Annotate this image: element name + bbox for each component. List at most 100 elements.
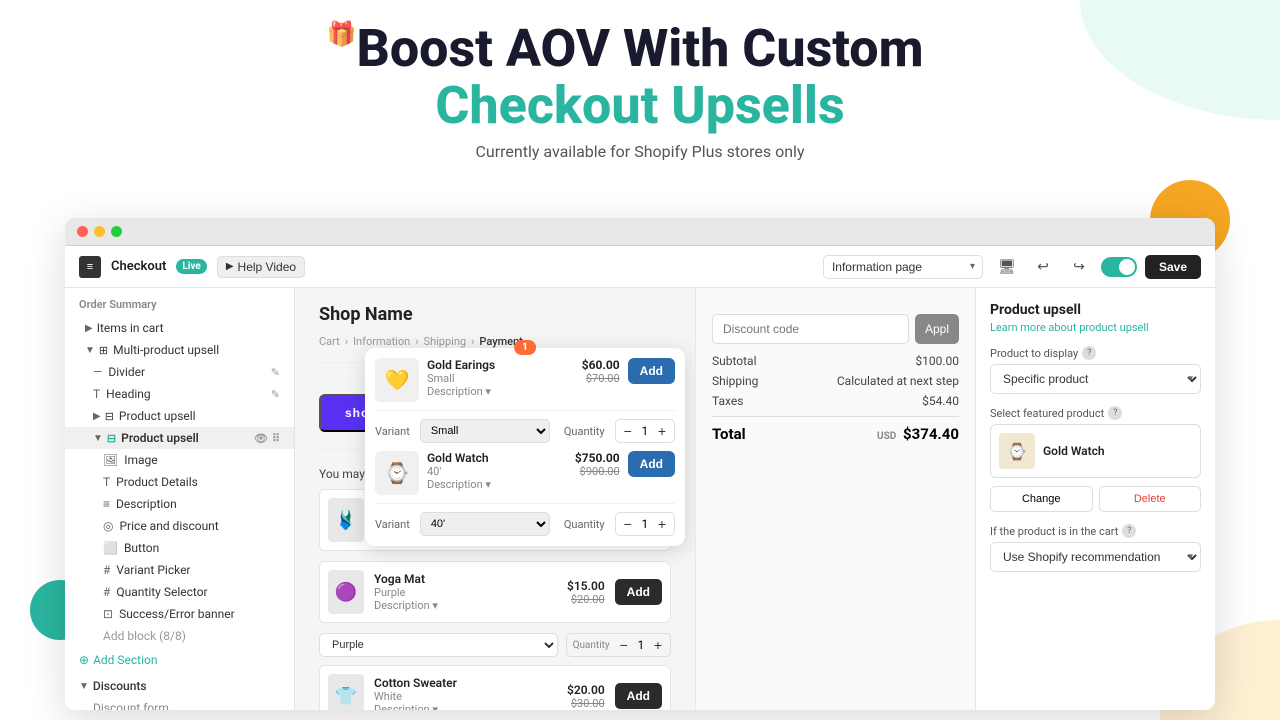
- sidebar-label-divider: Divider: [108, 365, 145, 379]
- popup-variant-row-watch: Variant 40' Quantity − 1 +: [375, 512, 675, 536]
- edit-icon-2[interactable]: ✎: [271, 388, 280, 401]
- product-display-select[interactable]: Specific product: [990, 364, 1201, 394]
- popup-prices-watch: $750.00 $900.00: [575, 451, 620, 478]
- popup-qty-decrease-watch[interactable]: −: [622, 516, 634, 532]
- upsell-name-sweater: Cotton Sweater: [374, 676, 557, 690]
- discount-row: Appl: [712, 314, 959, 344]
- featured-product-thumb: ⌚: [999, 433, 1035, 469]
- image-icon: 🖼: [103, 453, 118, 467]
- qty-increase-yoga[interactable]: +: [652, 637, 664, 653]
- save-button[interactable]: Save: [1145, 255, 1201, 279]
- discount-apply-button[interactable]: Appl: [915, 314, 959, 344]
- sidebar-item-items-in-cart[interactable]: ▶ Items in cart: [65, 317, 294, 339]
- popup-qty-increase-earings[interactable]: +: [656, 423, 668, 439]
- sidebar-item-description[interactable]: ≡ Description: [65, 493, 294, 515]
- add-button-yoga[interactable]: Add: [615, 579, 662, 605]
- info-icon-in-cart[interactable]: ?: [1122, 524, 1136, 538]
- help-video-button[interactable]: ▶ Help Video: [217, 256, 305, 278]
- left-sidebar: Order Summary ▶ Items in cart ▼ ⊞ Multi-…: [65, 288, 295, 710]
- variant-select-yoga[interactable]: Purple: [319, 633, 558, 657]
- sidebar-item-image[interactable]: 🖼 Image: [65, 449, 294, 471]
- popup-price-earings: $60.00: [582, 358, 620, 372]
- change-product-button[interactable]: Change: [990, 486, 1093, 512]
- banner-icon: ⊡: [103, 607, 113, 621]
- window-minimize-dot[interactable]: [94, 226, 105, 237]
- sidebar-add-block[interactable]: Add block (8/8): [65, 625, 294, 647]
- sidebar-item-variant-picker[interactable]: # Variant Picker: [65, 559, 294, 581]
- upsell-item-yoga: 🟣 Yoga Mat Purple Description ▾ $15.00 $…: [319, 561, 671, 623]
- qty-value-yoga: 1: [634, 638, 648, 652]
- upsell-thumb-leggings: 🩱: [328, 498, 364, 542]
- qty-label-yoga: Quantity: [573, 640, 610, 651]
- visibility-icon[interactable]: 👁: [254, 432, 268, 445]
- subtotal-value: $100.00: [915, 354, 959, 368]
- popup-name-earings: Gold Earings: [427, 358, 574, 372]
- popup-qty-control-watch: − 1 +: [615, 512, 675, 536]
- grid-icon: ⊞: [99, 344, 108, 357]
- info-icon-featured[interactable]: ?: [1108, 406, 1122, 420]
- popup-add-watch[interactable]: Add: [628, 451, 675, 477]
- discount-code-input[interactable]: [712, 314, 909, 344]
- upsell-prices-sweater: $20.00 $30.00: [567, 683, 605, 710]
- hero-subtitle: Currently available for Shopify Plus sto…: [0, 142, 1280, 161]
- qty-decrease-yoga[interactable]: −: [618, 637, 630, 653]
- popup-qty-increase-watch[interactable]: +: [656, 516, 668, 532]
- sidebar-item-quantity-selector[interactable]: # Quantity Selector: [65, 581, 294, 603]
- sidebar-discount-form[interactable]: Discount form: [65, 697, 294, 710]
- undo-icon[interactable]: ↩: [1029, 253, 1057, 281]
- product-popup: 1 💛 Gold Earings Small Description ▾ $60…: [365, 348, 685, 546]
- popup-item-watch: ⌚ Gold Watch 40' Description ▾ $750.00 $…: [375, 451, 675, 504]
- featured-product-buttons: Change Delete: [990, 486, 1201, 512]
- sidebar-item-heading[interactable]: T Heading ✎: [65, 383, 294, 405]
- upsell-info-yoga: Yoga Mat Purple Description ▾: [374, 572, 557, 612]
- popup-variant-select-watch[interactable]: 40': [420, 512, 550, 536]
- popup-variant-select-earings[interactable]: Small: [420, 419, 550, 443]
- edit-icon[interactable]: ✎: [271, 366, 280, 379]
- right-panel-learn-more[interactable]: Learn more about product upsell: [990, 321, 1201, 334]
- variant-label-watch: Variant: [375, 518, 410, 531]
- if-in-cart-select[interactable]: Use Shopify recommendation: [990, 542, 1201, 572]
- drag-icon[interactable]: ⠿: [272, 432, 280, 445]
- breadcrumb-sep-1: ›: [345, 335, 348, 348]
- order-summary-panel: Appl Subtotal $100.00 Shipping Calculate…: [695, 288, 975, 710]
- add-button-sweater[interactable]: Add: [615, 683, 662, 709]
- popup-price-watch: $750.00: [575, 451, 620, 465]
- redo-icon[interactable]: ↪: [1065, 253, 1093, 281]
- sidebar-item-product-details[interactable]: T Product Details: [65, 471, 294, 493]
- sidebar-item-product-upsell-parent[interactable]: ▶ ⊟ Product upsell: [65, 405, 294, 427]
- total-value: USD $374.40: [877, 425, 959, 443]
- window-close-dot[interactable]: [77, 226, 88, 237]
- delete-product-button[interactable]: Delete: [1099, 486, 1202, 512]
- sidebar-item-success-error[interactable]: ⊡ Success/Error banner: [65, 603, 294, 625]
- quantity-icon: #: [103, 585, 110, 599]
- checkout-preview-area: Shop Name Cart › Information › Shipping …: [295, 288, 695, 710]
- breadcrumb-sep-3: ›: [471, 335, 474, 348]
- window-maximize-dot[interactable]: [111, 226, 122, 237]
- upsell-desc-sweater: Description ▾: [374, 703, 557, 710]
- desktop-icon[interactable]: 🖥: [993, 253, 1021, 281]
- sidebar-item-button[interactable]: ⬜ Button: [65, 537, 294, 559]
- popup-add-earings[interactable]: Add: [628, 358, 675, 384]
- toggle-switch[interactable]: [1101, 257, 1137, 277]
- info-icon-product-display[interactable]: ?: [1082, 346, 1096, 360]
- sidebar-discounts[interactable]: ▼ Discounts: [65, 673, 294, 697]
- page-dropdown[interactable]: Information page: [823, 255, 983, 279]
- if-in-cart-label: If the product is in the cart ?: [990, 524, 1201, 538]
- sidebar-item-divider[interactable]: — Divider ✎: [65, 361, 294, 383]
- total-label: Total: [712, 425, 746, 443]
- box-icon: ⊟: [105, 410, 114, 423]
- sidebar-label-product-upsell-parent: Product upsell: [119, 409, 196, 423]
- popup-qty-decrease-earings[interactable]: −: [622, 423, 634, 439]
- popup-thumb-earings: 💛: [375, 358, 419, 402]
- app-icon: ≡: [79, 256, 101, 278]
- breadcrumb-shipping: Shipping: [424, 335, 467, 348]
- upsell-prices-yoga: $15.00 $20.00: [567, 579, 605, 606]
- sidebar-item-price-discount[interactable]: ◎ Price and discount: [65, 515, 294, 537]
- qty-label-watch: Quantity: [564, 518, 605, 531]
- if-in-cart-select-wrap: Use Shopify recommendation: [990, 542, 1201, 572]
- popup-variant-earings: Small: [427, 372, 574, 385]
- add-section-button[interactable]: ⊕ Add Section: [65, 647, 294, 673]
- sidebar-item-multi-product-upsell[interactable]: ▼ ⊞ Multi-product upsell: [65, 339, 294, 361]
- sidebar-item-product-upsell-active[interactable]: ▼ ⊟ Product upsell 👁 ⠿: [65, 427, 294, 449]
- product-to-display-field: Product to display ? Specific product: [990, 346, 1201, 394]
